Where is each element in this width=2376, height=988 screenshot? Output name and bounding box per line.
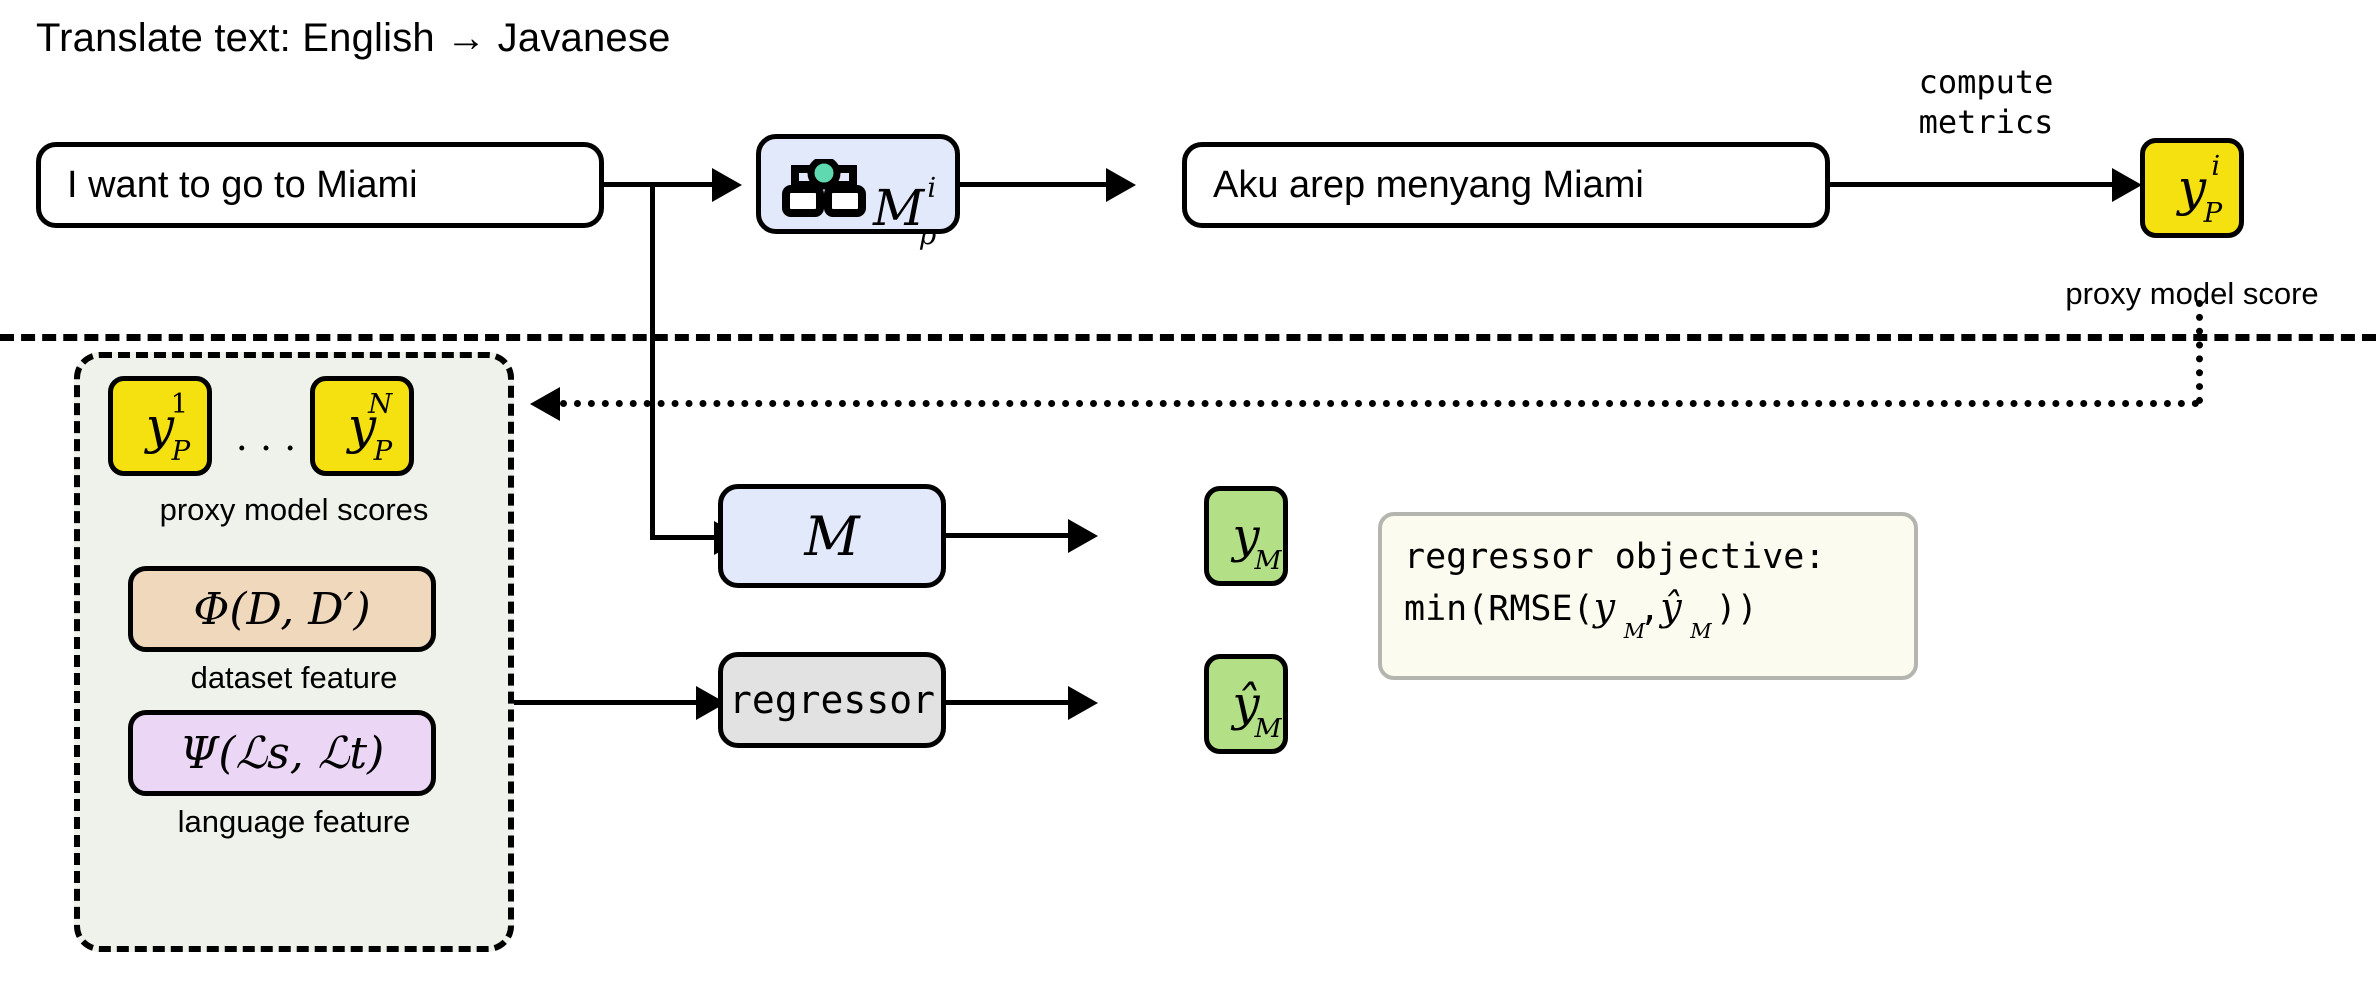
dataset-feature-caption: dataset feature: [190, 660, 398, 695]
objective-suffix: )): [1715, 589, 1758, 629]
feedback-arrow-head: [530, 387, 560, 421]
feedback-vertical-dotted-line: [2196, 300, 2203, 404]
proxy-model-subscript: p: [918, 218, 937, 251]
proxy-score-subscript: P: [2203, 196, 2223, 229]
proxy-score-n-subscript: P: [373, 434, 393, 467]
regressor-objective-box: regressor objective: min(RMSE( yM , ŷM )…: [1378, 512, 1918, 680]
objective-yhat-token: ŷM: [1660, 585, 1711, 641]
proxy-model-symbol: Mip: [873, 174, 936, 248]
objective-yhat-subscript: M: [1690, 619, 1712, 644]
proxy-score-caption: proxy model score: [2065, 276, 2319, 311]
feedback-horizontal-dotted-line: [560, 400, 2200, 407]
arrow-proxy-to-translation-line: [960, 182, 1110, 187]
arrow-regressor-to-output-line: [946, 700, 1072, 705]
objective-line-1: regressor objective:: [1404, 537, 1826, 577]
objective-y-token: yM: [1593, 585, 1645, 641]
arrow-source-to-proxy-line: [604, 182, 716, 187]
target-model-box: M: [718, 484, 946, 588]
translated-sentence-text: Aku arep menyang Miami: [1213, 163, 1644, 206]
language-feature-caption: language feature: [177, 804, 411, 839]
source-sentence-box: I want to go to Miami: [36, 142, 604, 228]
dataset-feature-formula: Φ(D, D′): [193, 583, 371, 635]
regressor-box: regressor: [718, 652, 946, 748]
regressor-output-box: ŷM: [1204, 654, 1288, 754]
proxy-score-box: yiP: [2140, 138, 2244, 238]
translated-sentence-box: Aku arep menyang Miami: [1182, 142, 1830, 228]
proxy-score-n-superscript: N: [368, 388, 393, 420]
proxy-score-1-superscript: 1: [170, 388, 189, 420]
page-title: Translate text: English → Javanese: [36, 16, 671, 60]
language-feature-formula: Ψ(ℒs, ℒt): [179, 727, 385, 779]
proxy-scores-caption: proxy model scores: [159, 492, 429, 527]
source-sentence-text: I want to go to Miami: [67, 163, 418, 206]
dataset-feature-box: Φ(D, D′): [128, 566, 436, 652]
target-model-output-subscript: M: [1254, 544, 1282, 576]
language-feature-box: Ψ(ℒs, ℒt): [128, 710, 436, 796]
branch-horizontal-to-target-model: [650, 535, 718, 540]
proxy-score-1-subscript: P: [171, 434, 191, 467]
arrow-proxy-to-translation-head: [1106, 168, 1136, 202]
proxy-score-1-symbol: y1P: [146, 390, 190, 464]
compute-metrics-line2: metrics: [1918, 103, 2054, 141]
model-hierarchy-icon: [781, 156, 867, 226]
proxy-model-superscript: i: [927, 172, 937, 204]
objective-y-subscript: M: [1623, 619, 1646, 644]
proxy-model-symbol-base: M: [873, 179, 925, 237]
branch-vertical-line: [650, 182, 655, 540]
arrow-features-to-regressor-line: [514, 700, 700, 705]
target-model-output-symbol: yM: [1232, 512, 1281, 574]
proxy-score-n-box: yNP: [310, 376, 414, 476]
compute-metrics-label: compute metrics: [1868, 62, 2104, 142]
objective-min-prefix: min(RMSE(: [1404, 589, 1594, 629]
regressor-output-subscript: M: [1254, 712, 1282, 744]
arrow-regressor-to-output-head: [1068, 686, 1098, 720]
objective-line-2: min(RMSE( yM , ŷM )): [1404, 582, 1892, 641]
target-model-output-box: yM: [1204, 486, 1288, 586]
regressor-output-symbol: ŷM: [1232, 680, 1281, 742]
arrow-translation-to-score-head: [2112, 168, 2142, 202]
proxy-score-symbol-base: y: [2177, 159, 2207, 217]
compute-metrics-line1: compute: [1918, 63, 2054, 101]
section-divider: [0, 334, 2376, 341]
arrow-target-model-to-output-head: [1068, 519, 1098, 553]
arrow-translation-to-score-line: [1830, 182, 2118, 187]
arrow-source-to-proxy-head: [712, 168, 742, 202]
arrow-target-model-to-output-line: [946, 533, 1072, 538]
regressor-label: regressor: [729, 678, 935, 722]
objective-yhat-base: ŷ: [1660, 585, 1682, 629]
proxy-score-1-box: y1P: [108, 376, 212, 476]
proxy-model-box: Mip: [756, 134, 960, 248]
proxy-score-n-symbol: yNP: [348, 390, 392, 464]
target-model-symbol: M: [804, 504, 860, 568]
proxy-scores-ellipsis: . . .: [235, 415, 297, 459]
proxy-score-symbol: yiP: [2178, 152, 2222, 226]
objective-y-base: y: [1593, 585, 1616, 629]
proxy-score-superscript: i: [2211, 150, 2221, 182]
